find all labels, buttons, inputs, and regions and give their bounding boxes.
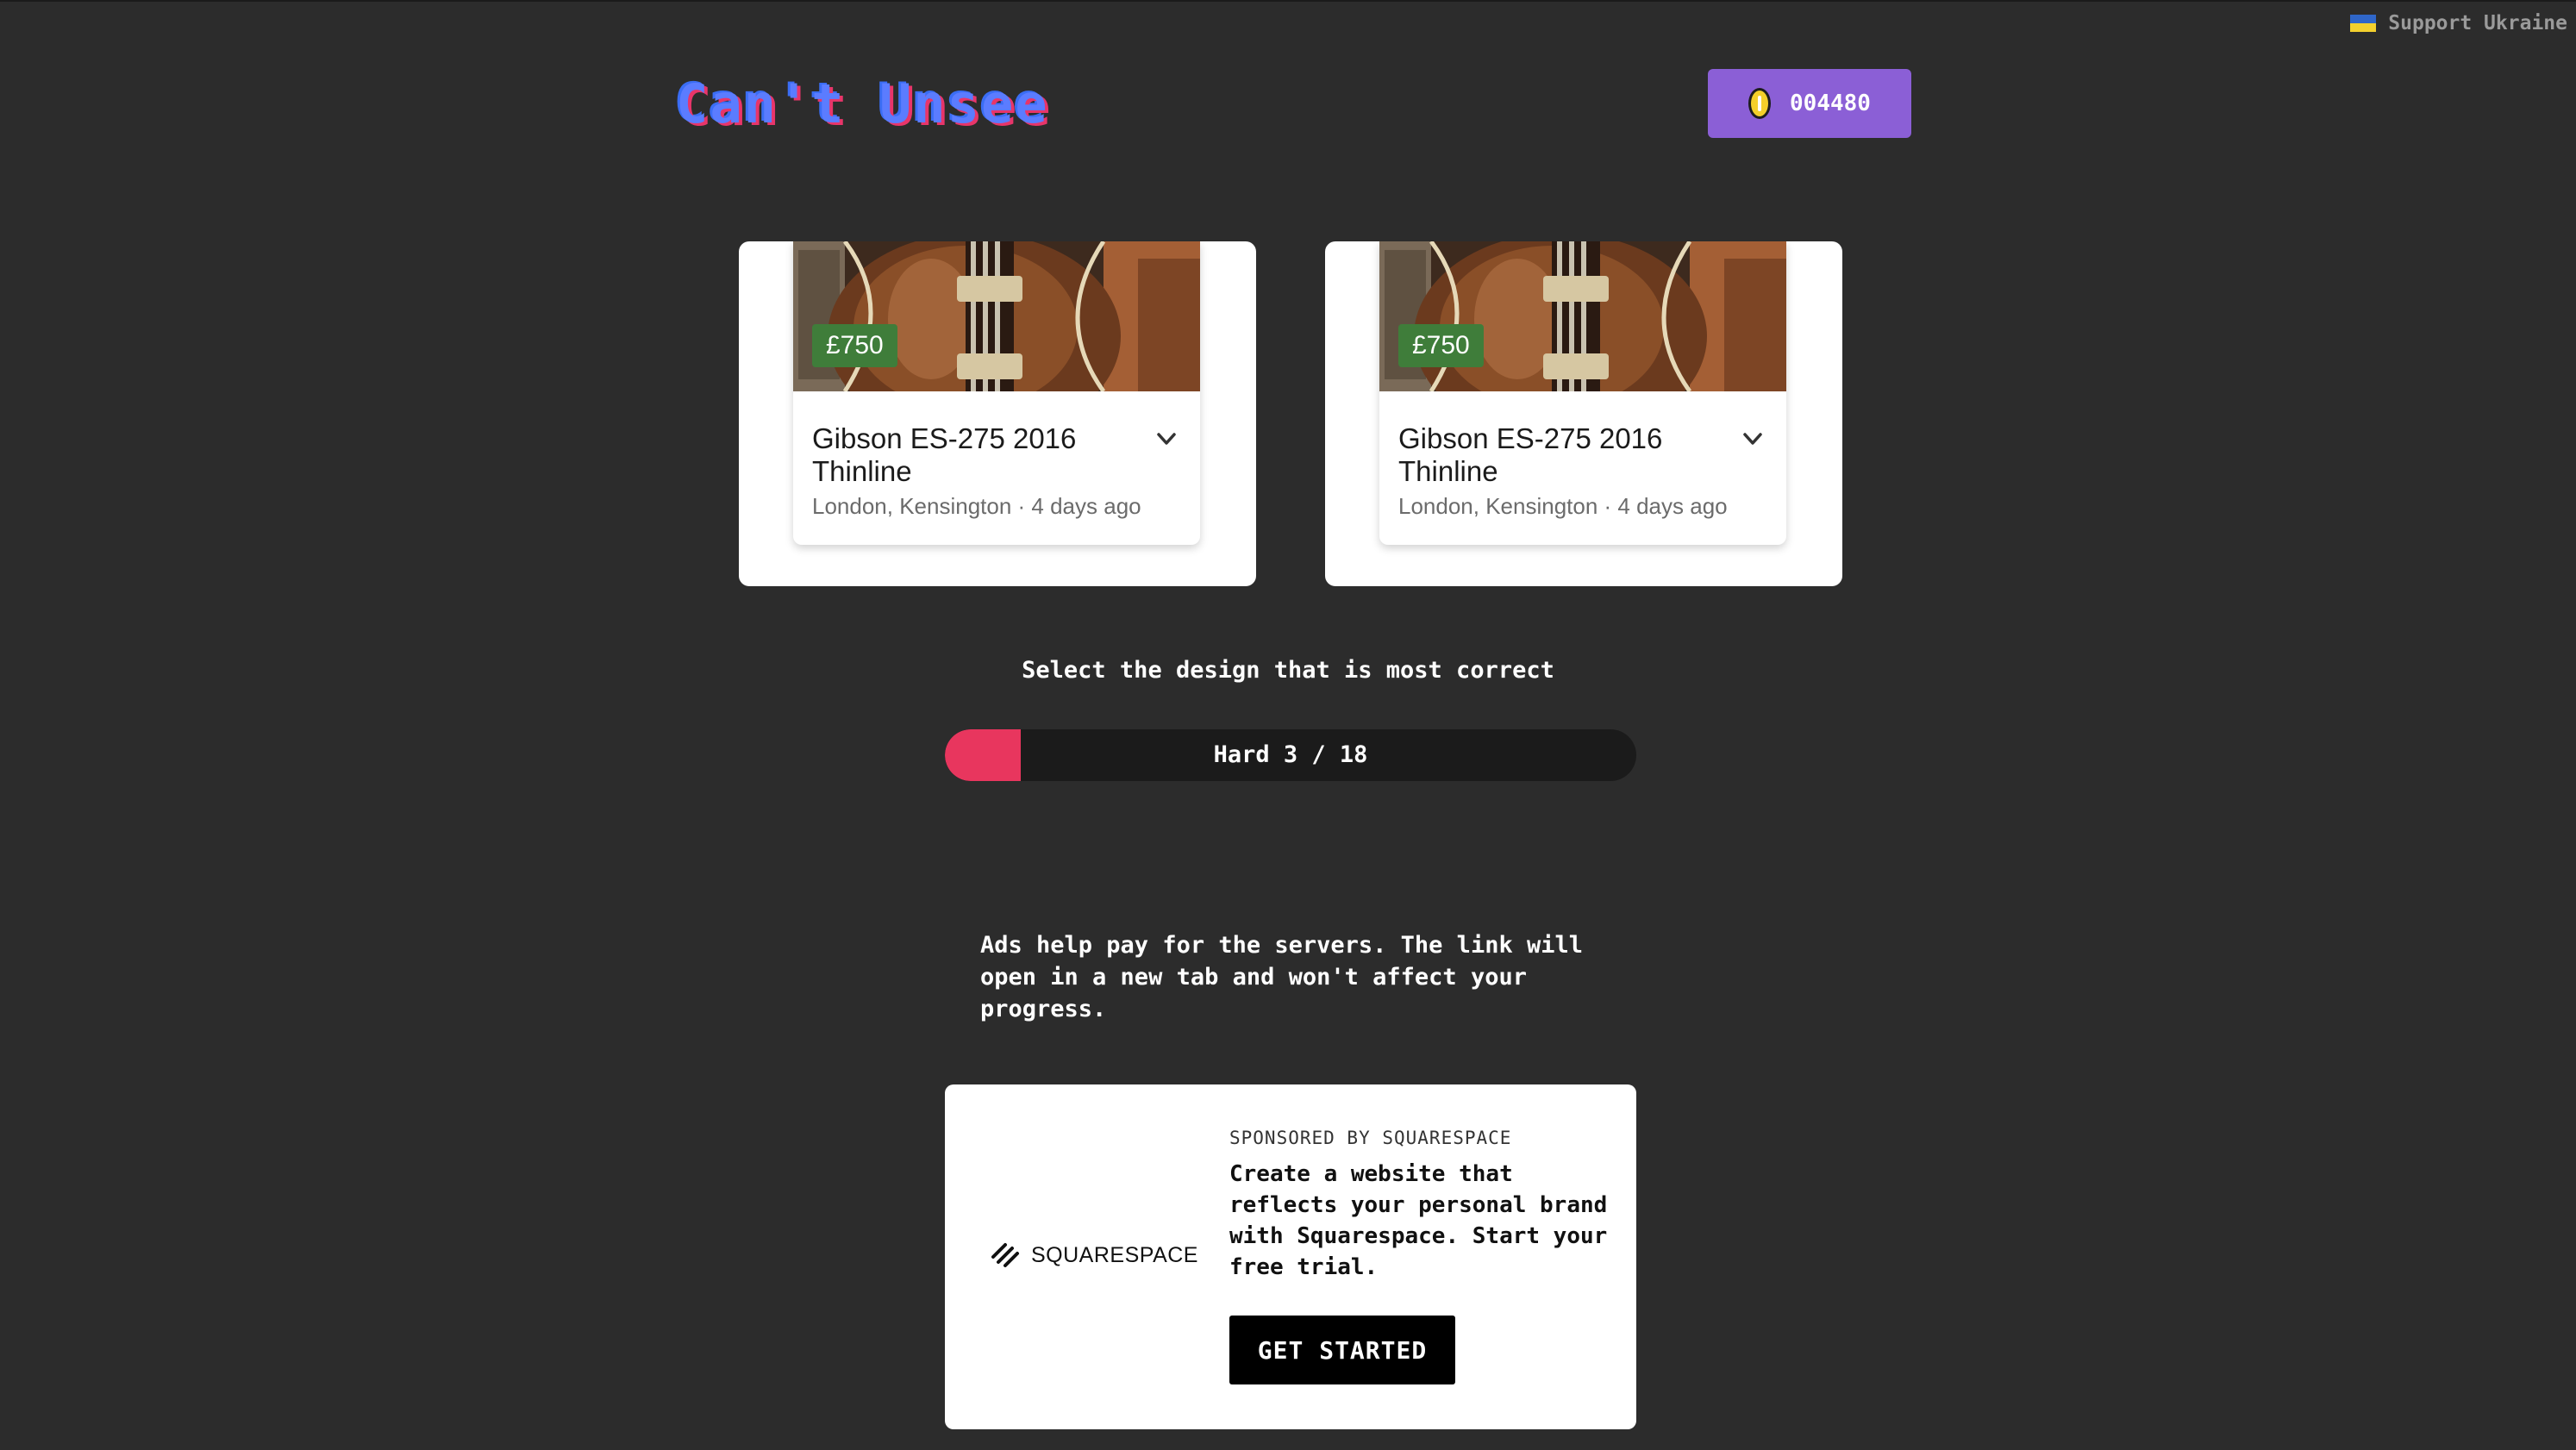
listing-card: £750 Gibson ES-275 2016 Thinline London,…	[1379, 241, 1786, 545]
price-tag: £750	[812, 324, 897, 367]
app-logo[interactable]: Can't Unsee	[676, 72, 1049, 135]
coin-count: 004480	[1790, 91, 1871, 116]
listing-title: Gibson ES-275 2016 Thinline	[812, 422, 1077, 487]
support-ukraine-label: Support Ukraine	[2388, 12, 2567, 34]
listing-title: Gibson ES-275 2016 Thinline	[1398, 422, 1663, 487]
listing-meta: London, Kensington · 4 days ago	[812, 493, 1141, 519]
design-option-b[interactable]: £750 Gibson ES-275 2016 Thinline London,…	[1325, 241, 1842, 586]
chevron-down-icon[interactable]	[1154, 426, 1179, 452]
window-top-border	[0, 0, 2576, 2]
sponsor-label: SPONSORED BY SQUARESPACE	[1229, 1128, 1512, 1148]
game-prompt: Select the design that is most correct	[1022, 657, 1554, 684]
listing-card: £750 Gibson ES-275 2016 Thinline London,…	[793, 241, 1200, 545]
coin-counter[interactable]: 004480	[1708, 69, 1911, 138]
support-ukraine-link[interactable]: Support Ukraine	[2350, 12, 2567, 34]
price-tag: £750	[1398, 324, 1484, 367]
sponsor-logo[interactable]: SQUARESPACE	[988, 1240, 1198, 1271]
get-started-button[interactable]: GET STARTED	[1229, 1316, 1455, 1384]
guitar-photo: £750	[793, 241, 1200, 391]
chevron-down-icon[interactable]	[1740, 426, 1766, 452]
level-progress-bar: Hard 3 / 18	[945, 729, 1636, 781]
progress-label: Hard 3 / 18	[1213, 741, 1368, 768]
listing-meta: London, Kensington · 4 days ago	[1398, 493, 1728, 519]
sponsor-ad-card[interactable]: SQUARESPACE SPONSORED BY SQUARESPACE Cre…	[945, 1084, 1636, 1429]
guitar-photo: £750	[1379, 241, 1786, 391]
ad-copy: Create a website that reflects your pers…	[1229, 1161, 1608, 1280]
design-option-a[interactable]: £750 Gibson ES-275 2016 Thinline London,…	[739, 241, 1256, 586]
coin-icon	[1748, 88, 1772, 119]
squarespace-logo-icon	[991, 1243, 1019, 1267]
ukraine-flag-icon	[2350, 15, 2377, 32]
sponsor-logo-text: SQUARESPACE	[1031, 1242, 1198, 1267]
ads-note: Ads help pay for the servers. The link w…	[980, 932, 1583, 1022]
